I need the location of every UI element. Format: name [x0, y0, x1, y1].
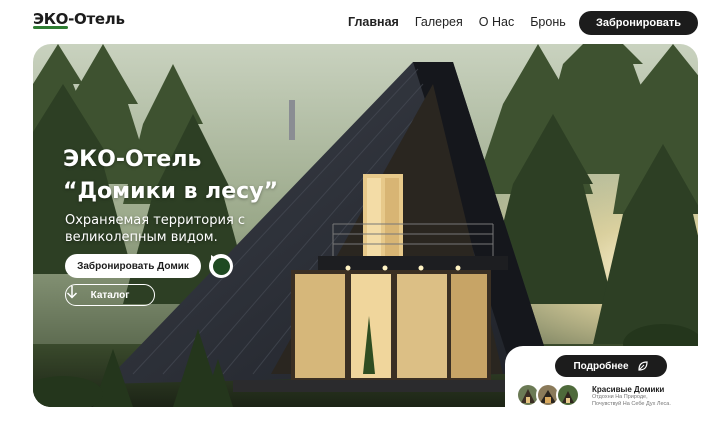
nav-item-booking[interactable]: Бронь: [530, 15, 566, 29]
book-button[interactable]: Забронировать: [579, 11, 698, 35]
hero-description: Охраняемая территория с великолепным вид…: [65, 213, 246, 245]
leaf-icon: [637, 361, 648, 371]
hero-title: ЭКО-Отель: [63, 147, 202, 172]
cabin-thumbnail[interactable]: [556, 383, 580, 407]
nav-item-gallery[interactable]: Галерея: [415, 15, 463, 29]
play-video-button[interactable]: [209, 254, 233, 278]
more-label: Подробнее: [573, 360, 629, 372]
nav-item-about[interactable]: О Нас: [479, 15, 514, 29]
logo-hotel: -Отель: [68, 10, 125, 28]
nav-item-home[interactable]: Главная: [348, 15, 399, 29]
play-icon: [211, 255, 230, 275]
hero-subtitle: “Домики в лесу”: [63, 179, 279, 204]
more-button[interactable]: Подробнее: [555, 355, 667, 377]
card-text: Отдохни На Природе, Почувствуй На Себе Д…: [592, 394, 671, 407]
card-title: Красивые Домики: [592, 385, 665, 394]
catalog-label: Каталог: [90, 289, 130, 301]
logo-eko: ЭКО: [33, 10, 69, 28]
book-cabin-button[interactable]: Забронировать Домик: [65, 254, 201, 278]
main-nav: Главная Галерея О Нас Бронь: [348, 15, 566, 29]
arrow-down-icon: [66, 286, 78, 299]
catalog-button[interactable]: Каталог: [65, 284, 155, 306]
logo[interactable]: ЭКО-Отель: [33, 10, 125, 28]
cabin-thumbnails: [516, 383, 580, 407]
